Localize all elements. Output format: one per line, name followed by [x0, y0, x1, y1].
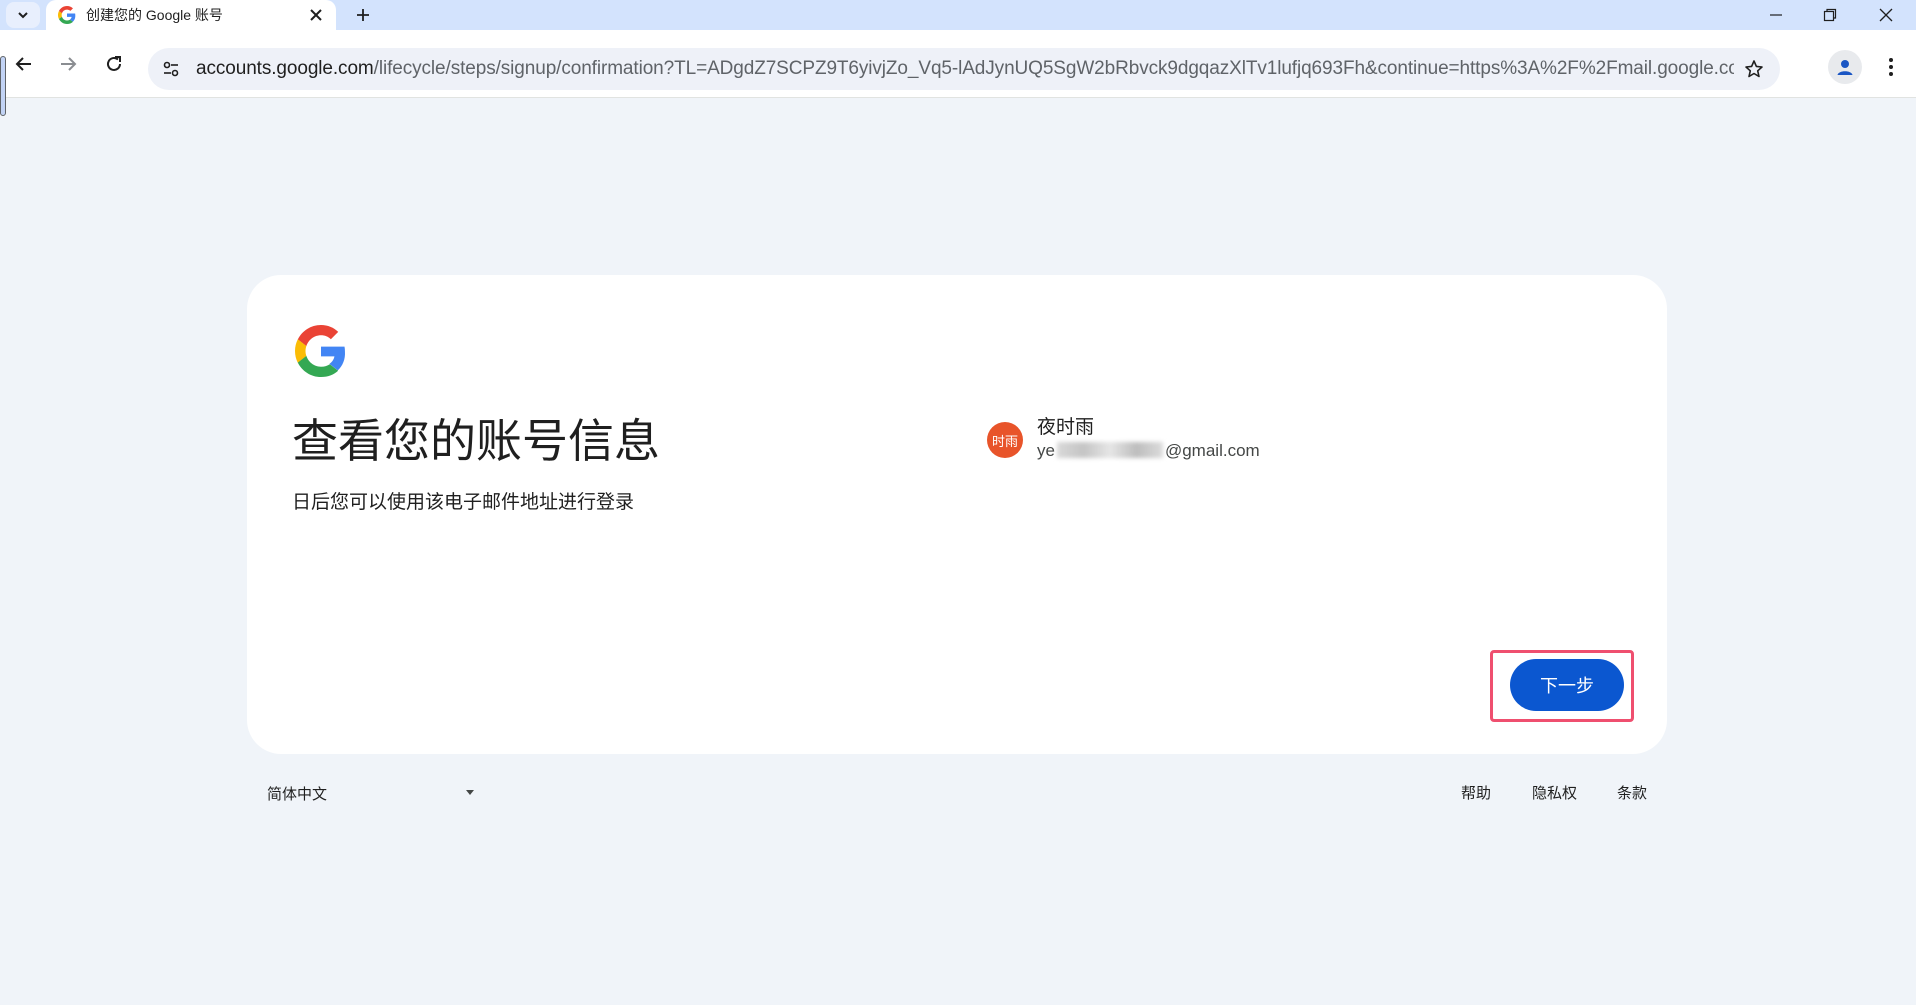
profile-button[interactable] [1828, 50, 1862, 84]
chevron-down-icon [18, 12, 28, 19]
account-email: ye @gmail.com [1037, 441, 1260, 461]
close-icon [1879, 8, 1893, 22]
tune-icon [163, 61, 179, 77]
terms-link[interactable]: 条款 [1617, 782, 1647, 803]
side-panel-indicator [0, 56, 6, 116]
address-bar[interactable]: accounts.google.com/lifecycle/steps/sign… [148, 48, 1780, 90]
tab-title: 创建您的 Google 账号 [86, 7, 223, 23]
dropdown-arrow-icon [466, 790, 474, 795]
page-subtitle: 日后您可以使用该电子邮件地址进行登录 [292, 491, 635, 513]
language-label: 简体中文 [267, 784, 328, 803]
email-domain: @gmail.com [1164, 441, 1260, 460]
arrow-right-icon [61, 57, 77, 71]
tab-search-button[interactable] [6, 2, 40, 28]
email-prefix: ye [1037, 441, 1055, 460]
account-name: 夜时雨 [1037, 416, 1095, 438]
tab-strip: 创建您的 Google 账号 [0, 0, 1916, 30]
close-window-button[interactable] [1856, 0, 1916, 30]
arrow-left-icon [15, 57, 31, 71]
email-redacted-blur [1056, 442, 1163, 458]
reload-button[interactable] [98, 48, 130, 80]
browser-toolbar: accounts.google.com/lifecycle/steps/sign… [0, 30, 1916, 98]
forward-button[interactable] [52, 48, 84, 80]
reload-icon [107, 56, 121, 71]
browser-menu-button[interactable] [1876, 50, 1906, 84]
plus-icon [357, 9, 369, 21]
url-text[interactable]: accounts.google.com/lifecycle/steps/sign… [196, 58, 1734, 80]
google-logo-icon [295, 325, 346, 377]
language-selector[interactable]: 简体中文 [267, 780, 477, 806]
close-icon [310, 9, 322, 21]
google-favicon-icon [58, 6, 76, 24]
avatar: 时雨 [987, 422, 1023, 458]
url-path: /lifecycle/steps/signup/confirmation?TL=… [373, 58, 1734, 79]
page-title: 查看您的账号信息 [292, 414, 660, 468]
browser-tab[interactable]: 创建您的 Google 账号 [46, 0, 336, 30]
help-link[interactable]: 帮助 [1461, 782, 1491, 803]
site-info-button[interactable] [156, 54, 186, 84]
signup-card: 查看您的账号信息 日后您可以使用该电子邮件地址进行登录 时雨 夜时雨 ye @gm… [247, 275, 1667, 754]
minimize-button[interactable] [1746, 0, 1806, 30]
restore-icon [1823, 8, 1837, 22]
person-icon [1837, 60, 1853, 75]
minimize-icon [1770, 14, 1782, 16]
bookmark-button[interactable] [1734, 49, 1774, 89]
new-tab-button[interactable] [350, 2, 376, 28]
privacy-link[interactable]: 隐私权 [1532, 782, 1577, 803]
url-host: accounts.google.com [196, 58, 374, 79]
tab-close-button[interactable] [306, 5, 326, 25]
restore-button[interactable] [1800, 0, 1860, 30]
star-icon [1745, 60, 1763, 78]
back-button[interactable] [8, 48, 40, 80]
more-vert-icon [1889, 58, 1893, 76]
next-button[interactable]: 下一步 [1510, 659, 1624, 711]
